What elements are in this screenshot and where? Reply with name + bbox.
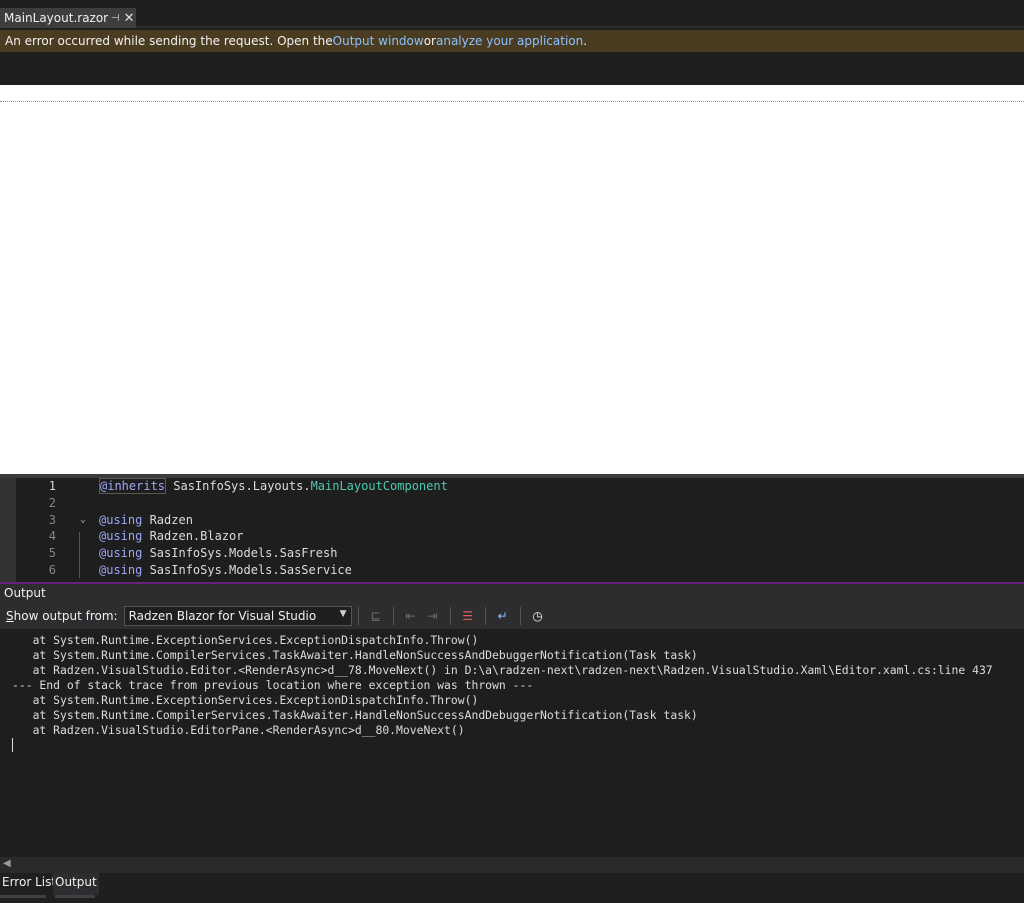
tab-mainlayout-razor[interactable]: MainLayout.razor ⊣ ✕ [0,8,136,28]
code-text: @inherits SasInfoSys.Layouts.MainLayoutC… [99,478,448,494]
document-tab-strip: MainLayout.razor ⊣ ✕ [0,0,1024,28]
code-line: 4 @using Radzen.Blazor [16,528,1024,544]
chevron-down-icon[interactable]: ⌄ [80,512,92,528]
clear-all-icon[interactable]: ☰ [457,606,479,626]
code-editor[interactable]: 1 @inherits SasInfoSys.Layouts.MainLayou… [0,478,1024,583]
horizontal-scrollbar[interactable]: ◀ [0,857,1024,873]
tab-error-list[interactable]: Error List [0,873,58,895]
toolbar-separator [357,606,359,625]
text-caret [12,738,13,752]
tab-indicator [55,895,95,898]
label-rest: how output from: [13,608,118,623]
output-toolbar: Show output from: Radzen Blazor for Visu… [0,602,1024,629]
error-infobar: An error occurred while sending the requ… [0,30,1024,52]
line-number: 4 [48,529,56,543]
code-line: 2 [16,495,1024,511]
output-line: at System.Runtime.CompilerServices.TaskA… [12,648,698,662]
find-message-icon[interactable]: ⊑ [365,606,387,626]
infobar-text-end: . [583,34,588,48]
code-token: Radzen [142,513,193,527]
code-token: Radzen.Blazor [142,529,244,543]
line-number: 1 [48,479,56,493]
output-line: at System.Runtime.ExceptionServices.Exce… [12,693,479,707]
line-number: 3 [48,513,56,527]
pin-icon[interactable]: ⊣ [108,13,122,24]
output-line: at System.Runtime.CompilerServices.TaskA… [12,708,698,722]
output-line: at Radzen.VisualStudio.Editor.<RenderAsy… [12,663,993,677]
code-token: . [303,479,311,493]
label-accelerator: S [6,608,14,623]
code-line: 1 @inherits SasInfoSys.Layouts.MainLayou… [16,478,1024,494]
line-number: 2 [48,496,56,510]
toolbar-separator [392,606,394,625]
code-token: Layouts [252,479,304,493]
infobar-text-middle: or [423,34,436,48]
bottom-tab-strip: Error List Output [0,873,1024,903]
design-surface[interactable] [0,85,1024,474]
line-number: 5 [48,546,56,560]
code-token: SasInfoSys.Models.SasFresh [142,546,338,560]
analyze-application-link[interactable]: analyze your application [436,34,583,48]
toolbar-separator [484,606,486,625]
output-text-area[interactable]: at System.Runtime.ExceptionServices.Exce… [0,629,1024,857]
code-text: @using Radzen [99,512,193,528]
next-message-icon[interactable]: ⇥ [422,606,444,626]
toolbar-separator [519,606,521,625]
tab-indicator [0,895,46,898]
output-line: --- End of stack trace from previous loc… [12,678,534,692]
code-text: @using Radzen.Blazor [99,528,244,544]
editor-margin [0,478,16,583]
tab-label: MainLayout.razor [4,11,109,25]
previous-message-icon[interactable]: ⇤ [400,606,422,626]
code-line: 6 @using SasInfoSys.Models.SasService [16,562,1024,578]
code-token: SasInfoSys [166,479,246,493]
code-text: @using SasInfoSys.Models.SasService [99,562,352,578]
output-source-value: Radzen Blazor for Visual Studio [128,608,317,623]
code-token: @inherits [99,478,167,494]
designer-toolbar-area [0,52,1024,85]
line-number: 6 [48,563,56,577]
scroll-left-icon[interactable]: ◀ [3,858,11,869]
clock-icon[interactable]: ◷ [527,606,549,626]
code-token: @using [99,529,143,543]
code-line: 3 ⌄ @using Radzen [16,512,1024,528]
design-guide-line [0,101,1024,102]
dropdown-arrow-icon: ▼ [339,608,347,619]
code-line: 5 @using SasInfoSys.Models.SasFresh [16,545,1024,561]
output-source-dropdown[interactable]: Radzen Blazor for Visual Studio ▼ [123,605,352,626]
code-text: @using SasInfoSys.Models.SasFresh [99,545,337,561]
code-token: @using [99,546,143,560]
show-output-from-label: Show output from: [6,609,118,623]
code-token: SasInfoSys.Models.SasService [142,563,352,577]
close-icon[interactable]: ✕ [122,11,136,26]
output-line: at Radzen.VisualStudio.EditorPane.<Rende… [12,723,465,737]
code-token: @using [99,513,143,527]
output-window-link[interactable]: Output window [333,34,424,48]
infobar-text: An error occurred while sending the requ… [5,34,333,48]
code-token: MainLayoutComponent [310,479,448,493]
code-token: @using [99,563,143,577]
word-wrap-icon[interactable]: ↵ [492,606,514,626]
tab-output[interactable]: Output [53,873,99,895]
code-token: . [245,479,253,493]
output-pane-title: Output [0,584,1024,602]
toolbar-separator [449,606,451,625]
output-line: at System.Runtime.ExceptionServices.Exce… [12,633,479,647]
indent-guide [79,532,80,578]
